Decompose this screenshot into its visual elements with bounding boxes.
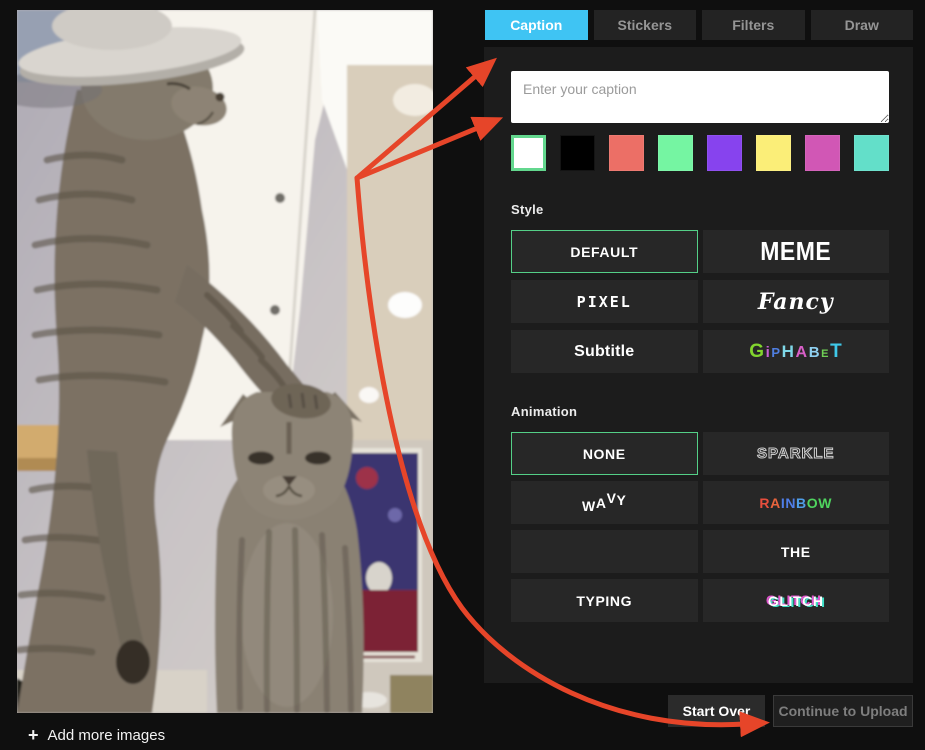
color-swatch-purple[interactable]	[707, 135, 742, 171]
color-swatch-yellow[interactable]	[756, 135, 791, 171]
tab-draw[interactable]: Draw	[811, 10, 914, 40]
style-option-pixel[interactable]: PIXEL	[511, 280, 698, 323]
style-option-subtitle[interactable]: Subtitle	[511, 330, 698, 373]
animation-option-sparkle[interactable]: SPARKLE	[703, 432, 890, 475]
plus-icon: +	[28, 726, 39, 744]
editor-tab-bar: Caption Stickers Filters Draw	[485, 10, 913, 40]
caption-editor-panel: Style DEFAULT MEME PIXEL Fancy Subtitle …	[484, 47, 913, 683]
gif-preview-stage[interactable]	[17, 10, 433, 713]
tab-caption[interactable]: Caption	[485, 10, 588, 40]
animation-option-rainbow[interactable]: RAINBOW	[703, 481, 890, 524]
caption-input[interactable]	[511, 71, 889, 123]
continue-to-upload-button[interactable]: Continue to Upload	[773, 695, 913, 727]
animation-option-glitch[interactable]: GLITCH	[703, 579, 890, 622]
style-options-grid: DEFAULT MEME PIXEL Fancy Subtitle GiPHAB…	[511, 230, 889, 373]
cat-gif-illustration	[17, 10, 433, 713]
color-swatch-teal[interactable]	[854, 135, 889, 171]
style-section-label: Style	[511, 202, 544, 217]
animation-option-none[interactable]: NONE	[511, 432, 698, 475]
start-over-button[interactable]: Start Over	[668, 695, 765, 727]
style-option-meme[interactable]: MEME	[703, 230, 890, 273]
color-swatch-black[interactable]	[560, 135, 595, 171]
animation-option-wavy[interactable]: WAVY	[511, 481, 698, 524]
animation-option-fade[interactable]	[511, 530, 698, 573]
color-swatch-salmon[interactable]	[609, 135, 644, 171]
color-swatch-white[interactable]	[511, 135, 546, 171]
style-option-fancy[interactable]: Fancy	[703, 280, 890, 323]
style-option-giphabet[interactable]: GiPHABET	[703, 330, 890, 373]
animation-option-typing[interactable]: TYPING	[511, 579, 698, 622]
tab-filters[interactable]: Filters	[702, 10, 805, 40]
giphy-gif-editor: { "editor": { "tabs": [ { "name": "capti…	[0, 0, 925, 750]
style-option-default[interactable]: DEFAULT	[511, 230, 698, 273]
animation-option-the[interactable]: THE	[703, 530, 890, 573]
tab-stickers[interactable]: Stickers	[594, 10, 697, 40]
add-more-images-button[interactable]: + Add more images	[28, 724, 165, 746]
color-swatch-magenta[interactable]	[805, 135, 840, 171]
caption-color-swatches	[511, 135, 889, 171]
animation-options-grid: NONE SPARKLE WAVY RAINBOW THE TYPING GLI…	[511, 432, 889, 622]
animation-section-label: Animation	[511, 404, 577, 419]
color-swatch-green[interactable]	[658, 135, 693, 171]
